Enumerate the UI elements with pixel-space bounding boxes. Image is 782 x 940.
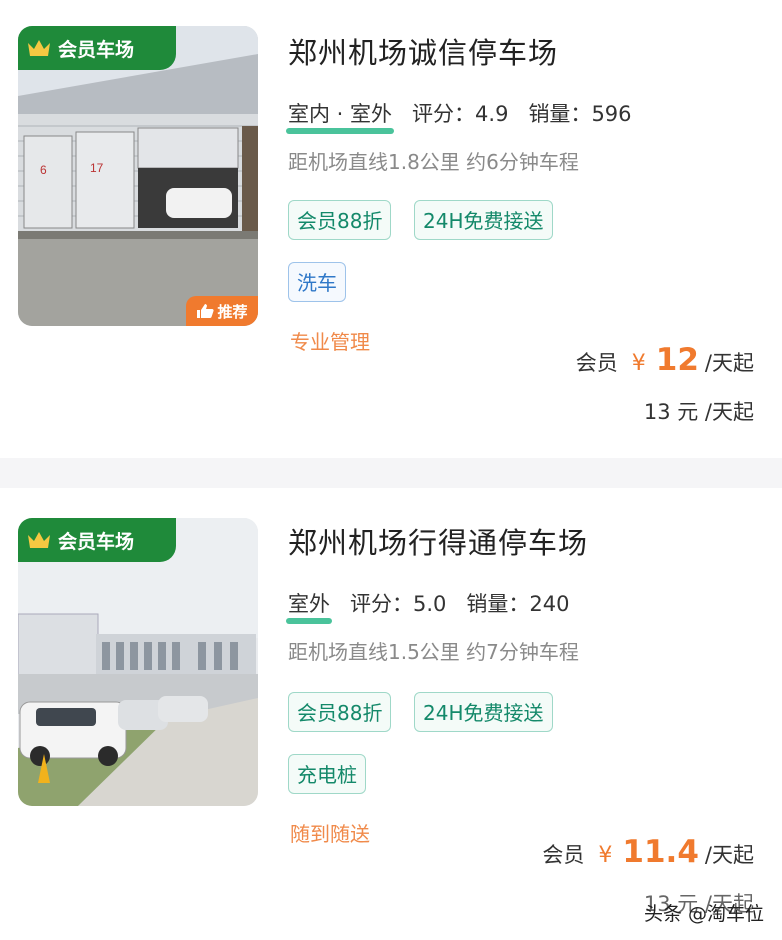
thumbs-up-icon [197, 304, 215, 318]
regular-price: 13 元 /天起 [643, 400, 754, 424]
rating: 评分：4.9 [412, 98, 508, 128]
vip-parking-badge: 会员车场 [18, 26, 176, 70]
svg-text:17: 17 [90, 161, 104, 175]
rating-label: 评分： [350, 592, 413, 616]
sales-label: 销量： [528, 102, 592, 126]
member-label: 会员 [542, 843, 585, 867]
currency-symbol: ¥ [598, 843, 613, 868]
parking-card-2[interactable]: 会员车场 郑州机场行得通停车场 室外 评分：5.0 销量：240 距机场直线1.… [0, 488, 782, 940]
sales-value: 596 [591, 102, 632, 126]
vip-parking-badge: 会员车场 [18, 518, 176, 562]
recommend-label: 推荐 [217, 302, 248, 321]
garage-photo-image: 6 17 [18, 26, 258, 326]
member-price-value: 11.4 [622, 834, 699, 870]
service-tag: 充电桩 [288, 754, 366, 794]
parking-name[interactable]: 郑州机场诚信停车场 [288, 30, 558, 72]
parking-type: 室外 [286, 588, 332, 624]
parking-meta: 室内 · 室外 评分：4.9 销量：596 [285, 98, 632, 134]
watermark: 头条 @淘车位 [644, 899, 764, 926]
price-unit: /天起 [704, 843, 754, 867]
recommend-badge: 推荐 [186, 296, 258, 326]
parking-type: 室内 · 室外 [285, 98, 395, 134]
member-price: 会员 ¥ 12 /天起 [576, 342, 754, 378]
shuttle-tag: 24H免费接送 [414, 692, 553, 732]
distance-info: 距机场直线1.5公里 约7分钟车程 [288, 640, 579, 664]
parking-photo[interactable]: 会员车场 [18, 518, 258, 806]
parking-photo[interactable]: 6 17 会员车场 推荐 [18, 26, 258, 326]
price-unit: /天起 [704, 351, 754, 375]
sales-value: 240 [529, 592, 570, 616]
sales: 销量：240 [466, 588, 569, 618]
discount-tag: 会员88折 [288, 692, 392, 732]
rating: 评分：5.0 [350, 588, 446, 618]
rating-value: 4.9 [475, 102, 509, 126]
service-tag: 洗车 [288, 262, 346, 302]
rating-label: 评分： [412, 102, 476, 126]
parking-name[interactable]: 郑州机场行得通停车场 [288, 520, 588, 562]
crown-icon [28, 40, 50, 56]
distance-info: 距机场直线1.8公里 约6分钟车程 [288, 150, 579, 174]
parking-meta: 室外 评分：5.0 销量：240 [286, 588, 570, 624]
discount-tag: 会员88折 [288, 200, 392, 240]
watermark-text: 头条 @淘车位 [643, 903, 764, 925]
crown-icon [28, 532, 50, 548]
feature-text: 专业管理 [290, 330, 370, 354]
feature-text: 随到随送 [290, 822, 370, 846]
shuttle-tag: 24H免费接送 [414, 200, 553, 240]
rating-value: 5.0 [413, 592, 447, 616]
sales: 销量：596 [528, 98, 631, 128]
parking-card-1[interactable]: 6 17 会员车场 推荐 郑州机场诚信停车场 室内 · 室外 评分：4.9 销量… [0, 0, 782, 458]
sales-label: 销量： [466, 592, 530, 616]
vip-badge-label: 会员车场 [58, 38, 135, 61]
currency-symbol: ¥ [631, 351, 646, 376]
member-price-value: 12 [655, 342, 699, 378]
member-price: 会员 ¥ 11.4 /天起 [542, 834, 754, 870]
member-label: 会员 [575, 351, 618, 375]
svg-text:6: 6 [40, 163, 47, 177]
vip-badge-label: 会员车场 [58, 530, 135, 553]
